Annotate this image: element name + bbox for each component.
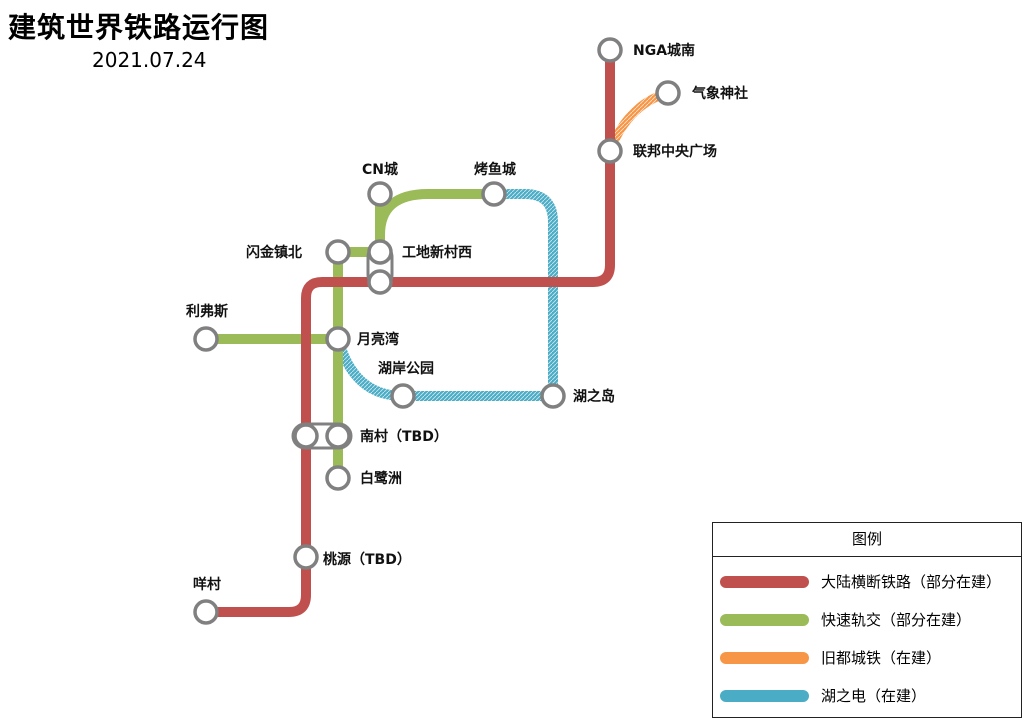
label-cn: CN城 [362,161,398,178]
station-shanjin [325,239,351,265]
station-yangcun [193,599,219,625]
station-huan [390,383,416,409]
legend-label: 大陆横断铁路（部分在建） [821,573,1002,591]
legend-label: 旧都城铁（在建） [821,649,942,667]
station-huzhidao [540,383,566,409]
legend-label: 快速轨交（部分在建） [821,611,972,629]
legend-title: 图例 [713,523,1021,557]
station-bailu [325,465,351,491]
station-lianbang [597,138,623,164]
label-nancun: 南村（TBD） [360,428,448,445]
station-gongdi-a [367,239,393,265]
label-yueliang: 月亮湾 [356,331,399,348]
label-huzhidao: 湖之岛 [573,388,615,405]
label-kaoyu: 烤鱼城 [474,161,516,178]
legend-swatch-orange [720,652,809,664]
legend-swatch-green [720,614,809,626]
label-nga: NGA城南 [633,42,695,59]
label-lifusi: 利弗斯 [186,303,228,320]
label-shanjin: 闪金镇北 [246,244,302,261]
station-kaoyu [481,181,507,207]
label-lianbang: 联邦中央广场 [633,143,717,160]
station-cn [367,181,393,207]
legend-label: 湖之电（在建） [821,687,927,705]
label-qixiang: 气象神社 [691,85,748,102]
legend: 图例 大陆横断铁路（部分在建） 快速轨交（部分在建） 旧都城铁（在建） 湖之电（… [712,522,1022,718]
legend-item: 湖之电（在建） [713,684,1021,708]
station-gongdi-b [367,269,393,295]
label-gongdi: 工地新村西 [402,244,472,261]
legend-swatch-red [720,576,809,588]
legend-item: 大陆横断铁路（部分在建） [713,570,1021,594]
legend-item: 旧都城铁（在建） [713,646,1021,670]
station-lifusi [193,326,219,352]
label-taoyuan: 桃源（TBD） [323,551,411,568]
station-qixiang [655,80,681,106]
station-nancun-b [325,423,351,449]
legend-swatch-blue [720,690,809,702]
station-nga [597,37,623,63]
label-yangcun: 咩村 [193,576,221,593]
legend-item: 快速轨交（部分在建） [713,608,1021,632]
line-huzhidian [333,189,558,401]
station-taoyuan [293,544,319,570]
label-bailu: 白鹭洲 [360,470,402,487]
station-nancun-a [293,423,319,449]
station-yueliang [325,326,351,352]
label-huan: 湖岸公园 [378,360,434,377]
